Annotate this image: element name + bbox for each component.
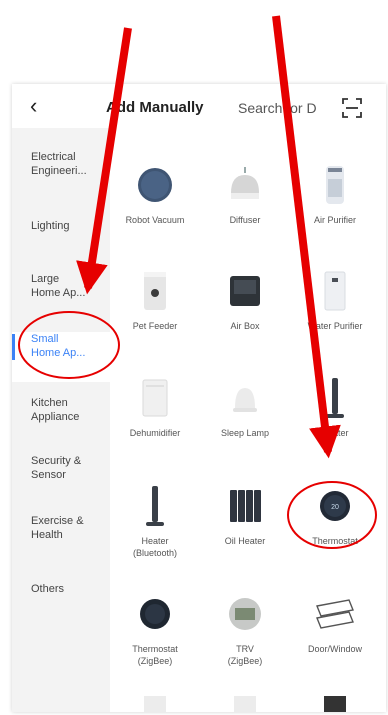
- door-window-icon: [316, 599, 354, 629]
- dehumidifier-icon: [142, 379, 168, 417]
- device-thermostat[interactable]: 20 Thermostat: [290, 484, 380, 547]
- device-air-purifier[interactable]: Air Purifier: [290, 163, 380, 226]
- sidebar-item-label: Small Home Ap...: [31, 333, 86, 359]
- device-heater-bluetooth[interactable]: Heater (Bluetooth): [110, 484, 200, 559]
- sidebar-item-electrical-engineering[interactable]: Electrical Engineeri...: [12, 150, 110, 200]
- diffuser-icon: [231, 167, 259, 199]
- thermostat-zigbee-icon: [140, 599, 170, 629]
- sidebar-item-small-home-appliances[interactable]: Small Home Ap...: [12, 332, 110, 382]
- sidebar-item-label: Large Home Ap...: [31, 273, 86, 299]
- device-label: Water Purifier: [307, 321, 363, 331]
- sleep-lamp-icon: [233, 388, 257, 412]
- device-diffuser[interactable]: Diffuser: [200, 163, 290, 226]
- device-label: Sleep Lamp: [220, 428, 270, 438]
- sidebar-item-label: Others: [31, 583, 65, 595]
- water-purifier-icon: [324, 271, 346, 311]
- search-input[interactable]: Search for D: [238, 100, 317, 116]
- device-label: Heater: [321, 428, 349, 438]
- top-bar: ‹ Add Manually Search for D: [12, 84, 386, 128]
- device-oil-heater[interactable]: Oil Heater: [200, 484, 290, 547]
- sidebar-item-label: Exercise & Health: [31, 515, 84, 541]
- app-screen: ‹ Add Manually Search for D Electrical E…: [12, 84, 386, 712]
- robot-vacuum-icon: [138, 168, 172, 202]
- device-partial[interactable]: [290, 696, 380, 712]
- device-label: Dehumidifier: [129, 428, 181, 438]
- svg-text:20: 20: [331, 504, 339, 511]
- sidebar-item-label: Lighting: [31, 220, 70, 232]
- scan-icon[interactable]: [342, 98, 362, 118]
- sidebar-item-large-home-appliances[interactable]: Large Home Ap...: [12, 272, 110, 322]
- back-icon[interactable]: ‹: [30, 95, 44, 117]
- device-label: TRV (ZigBee): [227, 644, 263, 666]
- device-label: Robot Vacuum: [125, 215, 185, 225]
- device-label: Thermostat: [312, 536, 358, 546]
- sidebar-item-label: Kitchen Appliance: [31, 397, 80, 423]
- device-heater[interactable]: Heater: [290, 376, 380, 439]
- page-title: Add Manually: [106, 99, 204, 116]
- trv-icon: [229, 598, 261, 630]
- sidebar-item-others[interactable]: Others: [12, 582, 110, 632]
- device-label: Diffuser: [229, 215, 261, 225]
- air-purifier-icon: [326, 166, 344, 204]
- device-partial[interactable]: [200, 696, 290, 712]
- category-sidebar: Electrical Engineeri... Lighting Large H…: [12, 128, 110, 712]
- pet-feeder-icon: [144, 272, 166, 310]
- device-label: Pet Feeder: [132, 321, 178, 331]
- sidebar-item-security-sensor[interactable]: Security & Sensor: [12, 454, 110, 504]
- device-thermostat-zigbee[interactable]: Thermostat (ZigBee): [110, 592, 200, 667]
- device-door-window[interactable]: Door/Window: [290, 592, 380, 655]
- heater-bluetooth-icon: [146, 486, 164, 526]
- device-label: Air Purifier: [313, 215, 356, 225]
- device-sleep-lamp[interactable]: Sleep Lamp: [200, 376, 290, 439]
- device-grid: Robot Vacuum Diffuser Air Purifier Pet F…: [110, 128, 386, 712]
- sidebar-item-label: Security & Sensor: [31, 455, 82, 481]
- heater-icon: [326, 378, 344, 418]
- device-pet-feeder[interactable]: Pet Feeder: [110, 269, 200, 332]
- sidebar-item-label: Electrical Engineeri...: [31, 151, 87, 177]
- device-water-purifier[interactable]: Water Purifier: [290, 269, 380, 332]
- oil-heater-icon: [230, 490, 261, 522]
- device-robot-vacuum[interactable]: Robot Vacuum: [110, 163, 200, 226]
- sidebar-item-exercise-health[interactable]: Exercise & Health: [12, 514, 110, 564]
- device-label: Air Box: [230, 321, 260, 331]
- device-air-box[interactable]: Air Box: [200, 269, 290, 332]
- device-label: Door/Window: [307, 644, 363, 654]
- air-box-icon: [230, 276, 260, 306]
- device-label: Heater (Bluetooth): [132, 536, 178, 558]
- device-label: Oil Heater: [224, 536, 266, 546]
- device-trv-zigbee[interactable]: TRV (ZigBee): [200, 592, 290, 667]
- sidebar-item-lighting[interactable]: Lighting: [12, 219, 110, 269]
- device-dehumidifier[interactable]: Dehumidifier: [110, 376, 200, 439]
- sidebar-item-kitchen-appliance[interactable]: Kitchen Appliance: [12, 396, 110, 446]
- thermostat-icon: 20: [320, 491, 350, 521]
- device-partial[interactable]: [110, 696, 200, 712]
- device-label: Thermostat (ZigBee): [132, 644, 178, 666]
